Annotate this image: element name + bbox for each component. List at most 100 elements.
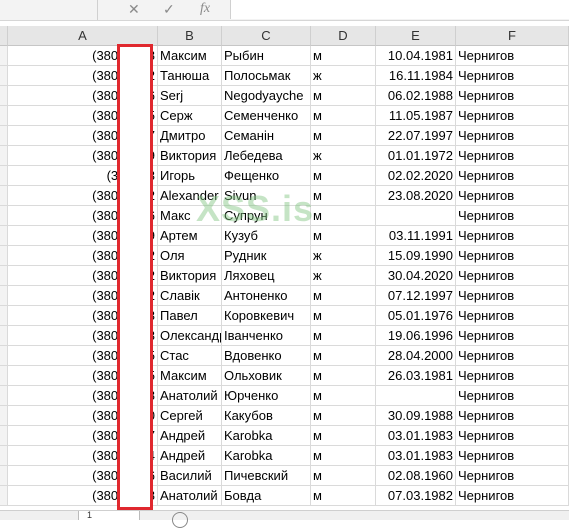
row-header[interactable] — [0, 306, 8, 326]
row-header[interactable] — [0, 406, 8, 426]
cell-d[interactable]: м — [311, 46, 376, 66]
cell-e[interactable]: 30.09.1988 — [376, 406, 456, 426]
cell-b[interactable]: Виктория — [158, 146, 222, 166]
x-icon[interactable]: ✕ — [128, 0, 140, 19]
row-header[interactable] — [0, 106, 8, 126]
cell-c[interactable]: Семанін — [222, 126, 311, 146]
cell-e[interactable]: 05.01.1976 — [376, 306, 456, 326]
cell-e[interactable]: 22.07.1997 — [376, 126, 456, 146]
cell-f[interactable]: Чернигов — [456, 286, 569, 306]
cell-f[interactable]: Чернигов — [456, 346, 569, 366]
row-header[interactable] — [0, 246, 8, 266]
cell-f[interactable]: Чернигов — [456, 466, 569, 486]
column-header-b[interactable]: B — [158, 26, 222, 46]
cell-c[interactable]: Антоненко — [222, 286, 311, 306]
row-header[interactable] — [0, 386, 8, 406]
cell-c[interactable]: Вдовенко — [222, 346, 311, 366]
cell-b[interactable]: Андрей — [158, 426, 222, 446]
cell-e[interactable]: 07.03.1982 — [376, 486, 456, 506]
cell-e[interactable] — [376, 386, 456, 406]
cell-e[interactable]: 03.01.1983 — [376, 426, 456, 446]
cell-f[interactable]: Чернигов — [456, 146, 569, 166]
cell-b[interactable]: Славік — [158, 286, 222, 306]
cell-d[interactable]: м — [311, 406, 376, 426]
cell-b[interactable]: Сергей — [158, 406, 222, 426]
cell-c[interactable]: Бовда — [222, 486, 311, 506]
cell-d[interactable]: м — [311, 346, 376, 366]
cell-c[interactable]: Ляховец — [222, 266, 311, 286]
cell-c[interactable]: Лебедева — [222, 146, 311, 166]
cell-d[interactable]: м — [311, 446, 376, 466]
cell-b[interactable]: Анатолий — [158, 486, 222, 506]
cell-d[interactable]: м — [311, 186, 376, 206]
cell-c[interactable]: Пичевский — [222, 466, 311, 486]
cell-e[interactable]: 06.02.1988 — [376, 86, 456, 106]
column-header-d[interactable]: D — [311, 26, 376, 46]
cell-d[interactable]: ж — [311, 146, 376, 166]
cell-f[interactable]: Чернигов — [456, 66, 569, 86]
row-header[interactable] — [0, 186, 8, 206]
column-header-c[interactable]: C — [222, 26, 311, 46]
cell-e[interactable] — [376, 206, 456, 226]
row-header[interactable] — [0, 126, 8, 146]
cell-d[interactable]: ж — [311, 66, 376, 86]
row-header[interactable] — [0, 146, 8, 166]
row-header[interactable] — [0, 486, 8, 506]
column-header-f[interactable]: F — [456, 26, 569, 46]
cell-e[interactable]: 26.03.1981 — [376, 366, 456, 386]
cell-c[interactable]: Семенченко — [222, 106, 311, 126]
fx-icon[interactable]: fx — [200, 0, 210, 19]
cell-d[interactable]: м — [311, 426, 376, 446]
cell-d[interactable]: ж — [311, 266, 376, 286]
cell-b[interactable]: Павел — [158, 306, 222, 326]
cell-c[interactable]: Karobka — [222, 426, 311, 446]
row-header[interactable] — [0, 446, 8, 466]
cell-d[interactable]: м — [311, 466, 376, 486]
cell-c[interactable]: Іванченко — [222, 326, 311, 346]
row-header[interactable] — [0, 466, 8, 486]
cell-f[interactable]: Чернигов — [456, 266, 569, 286]
cell-e[interactable]: 03.01.1983 — [376, 446, 456, 466]
cell-d[interactable]: м — [311, 166, 376, 186]
cell-f[interactable]: Чернигов — [456, 326, 569, 346]
row-header[interactable] — [0, 326, 8, 346]
cell-f[interactable]: Чернигов — [456, 126, 569, 146]
cell-b[interactable]: Танюша — [158, 66, 222, 86]
column-header-a[interactable]: A — [8, 26, 158, 46]
cell-e[interactable]: 10.04.1981 — [376, 46, 456, 66]
cell-c[interactable]: Рудник — [222, 246, 311, 266]
cell-b[interactable]: Стас — [158, 346, 222, 366]
column-header-e[interactable]: E — [376, 26, 456, 46]
row-header[interactable] — [0, 426, 8, 446]
cell-c[interactable]: Negodyayche — [222, 86, 311, 106]
cell-e[interactable]: 03.11.1991 — [376, 226, 456, 246]
row-header[interactable] — [0, 66, 8, 86]
cell-b[interactable]: Анатолий — [158, 386, 222, 406]
cell-e[interactable]: 01.01.1972 — [376, 146, 456, 166]
select-all-corner[interactable] — [0, 26, 8, 46]
cell-f[interactable]: Чернигов — [456, 206, 569, 226]
cell-b[interactable]: Serj — [158, 86, 222, 106]
cell-b[interactable]: Игорь — [158, 166, 222, 186]
cell-f[interactable]: Чернигов — [456, 306, 569, 326]
cell-f[interactable]: Чернигов — [456, 426, 569, 446]
cell-c[interactable]: Юрченко — [222, 386, 311, 406]
cell-d[interactable]: м — [311, 106, 376, 126]
cell-b[interactable]: Оля — [158, 246, 222, 266]
cell-b[interactable]: Виктория — [158, 266, 222, 286]
row-header[interactable] — [0, 346, 8, 366]
row-header[interactable] — [0, 286, 8, 306]
cell-e[interactable]: 28.04.2000 — [376, 346, 456, 366]
cell-e[interactable]: 07.12.1997 — [376, 286, 456, 306]
cell-e[interactable]: 23.08.2020 — [376, 186, 456, 206]
cell-b[interactable]: Дмитро — [158, 126, 222, 146]
cell-c[interactable]: Какубов — [222, 406, 311, 426]
cell-f[interactable]: Чернигов — [456, 86, 569, 106]
cell-f[interactable]: Чернигов — [456, 386, 569, 406]
cell-e[interactable]: 02.02.2020 — [376, 166, 456, 186]
cell-b[interactable]: Максим — [158, 366, 222, 386]
add-sheet-icon[interactable] — [172, 512, 188, 528]
cell-c[interactable]: Коровкевич — [222, 306, 311, 326]
row-header[interactable] — [0, 226, 8, 246]
cell-b[interactable]: Олександр — [158, 326, 222, 346]
